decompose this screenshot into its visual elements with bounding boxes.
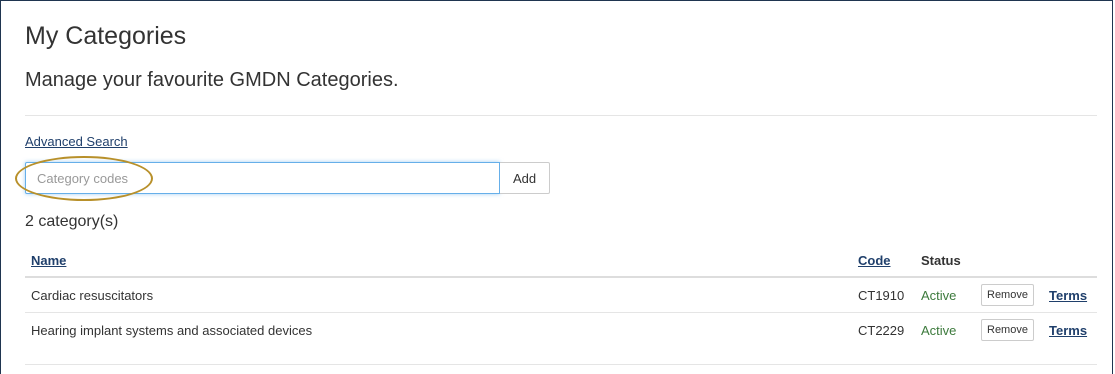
category-count: 2 category(s) [25,213,119,230]
status-badge: Active [915,277,975,313]
category-codes-input[interactable] [25,162,500,194]
remove-cell: Remove [975,313,1043,348]
page-title: My Categories [25,22,187,50]
name-column-header: Name [25,244,852,278]
sort-code-link[interactable]: Code [858,253,891,268]
remove-column-header [975,244,1043,278]
status-badge: Active [921,322,957,338]
table-header-row: Name Code Status [25,244,1097,278]
categories-table: Name Code Status Cardiac resuscitators C… [25,244,1097,347]
table-row: Hearing implant systems and associated d… [25,313,1097,348]
terms-cell: Terms [1043,313,1097,348]
sort-name-link[interactable]: Name [31,253,66,268]
remove-cell: Remove [975,277,1043,313]
code-column-header: Code [852,244,915,278]
table-row: Cardiac resuscitators CT1910 Active Remo… [25,277,1097,313]
terms-cell: Terms [1043,277,1097,313]
terms-column-header [1043,244,1097,278]
advanced-search-link[interactable]: Advanced Search [25,134,128,149]
status-column-header: Status [915,244,975,278]
terms-link[interactable]: Terms [1049,323,1087,338]
category-search-group: Add [25,162,551,194]
remove-button[interactable]: Remove [981,284,1034,306]
remove-button[interactable]: Remove [981,319,1034,341]
divider [25,364,1097,365]
category-name: Hearing implant systems and associated d… [31,322,313,338]
category-name: Cardiac resuscitators [25,277,852,313]
divider [25,115,1097,116]
add-button[interactable]: Add [500,162,551,194]
category-code: CT2229 [858,322,905,338]
terms-link[interactable]: Terms [1049,288,1087,303]
category-code: CT1910 [852,277,915,313]
page-subtitle: Manage your favourite GMDN Categories. [25,69,399,91]
